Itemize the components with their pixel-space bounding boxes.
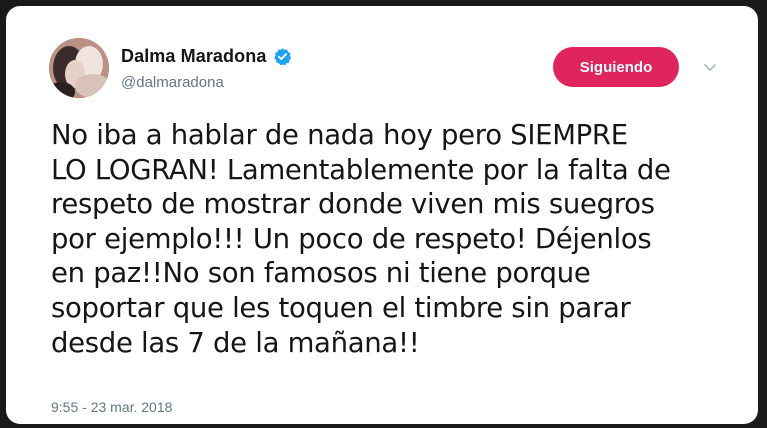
tweet-timestamp[interactable]: 9:55 - 23 mar. 2018: [51, 399, 172, 415]
author-name-row: Dalma Maradona: [121, 44, 292, 68]
tweet-text: No iba a hablar de nada hoy pero SIEMPRE…: [51, 118, 741, 360]
tweet-text-line: por ejemplo!!! Un poco de respeto! Déjen…: [51, 222, 652, 255]
chevron-down-icon[interactable]: [701, 58, 719, 76]
screenshot-frame: Dalma Maradona @dalmaradona Siguiendo No…: [0, 0, 767, 428]
author-handle[interactable]: @dalmaradona: [121, 74, 224, 91]
tweet-card: Dalma Maradona @dalmaradona Siguiendo No…: [6, 6, 758, 424]
avatar[interactable]: [49, 38, 109, 98]
following-button[interactable]: Siguiendo: [553, 47, 679, 87]
verified-badge-icon: [273, 47, 292, 66]
tweet-text-line: No iba a hablar de nada hoy pero SIEMPRE: [51, 119, 628, 151]
author-display-name[interactable]: Dalma Maradona: [121, 46, 266, 67]
avatar-image: [49, 38, 109, 98]
tweet-text-line: LO LOGRAN! Lamentablemente por la falta …: [51, 153, 671, 186]
tweet-text-line: respeto de mostrar donde viven mis suegr…: [51, 188, 655, 221]
tweet-text-line: en paz!!No son famosos ni tiene porque: [51, 257, 591, 290]
tweet-text-line: desde las 7 de la mañana!!: [51, 326, 420, 359]
tweet-text-line: soportar que les toquen el timbre sin pa…: [51, 291, 631, 324]
